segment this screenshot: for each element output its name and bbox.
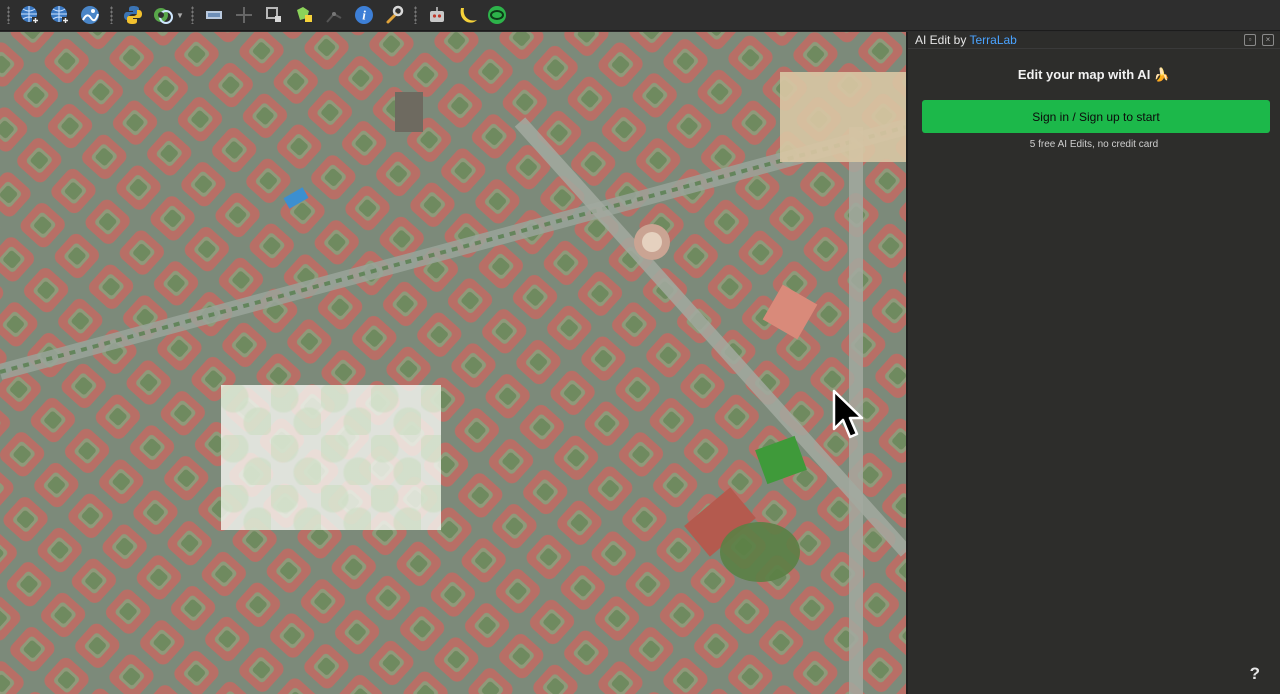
terralab-icon[interactable] xyxy=(484,2,510,28)
add-arcgis-layer-icon[interactable] xyxy=(77,2,103,28)
add-wms-layer-icon[interactable] xyxy=(17,2,43,28)
pan-icon[interactable] xyxy=(201,2,227,28)
chevron-down-icon[interactable]: ▼ xyxy=(176,11,184,20)
ai-edited-area xyxy=(221,385,441,530)
add-wfs-layer-icon[interactable] xyxy=(47,2,73,28)
banana-icon[interactable] xyxy=(454,2,480,28)
vertex-tool-icon[interactable] xyxy=(261,2,287,28)
wrench-icon[interactable] xyxy=(381,2,407,28)
panel-title-brand[interactable]: TerraLab xyxy=(969,33,1016,47)
toolbar-grip[interactable] xyxy=(414,6,417,24)
main-toolbar: ▼ i xyxy=(0,0,1280,31)
close-icon[interactable]: × xyxy=(1262,34,1274,46)
panel-divider xyxy=(908,48,1280,49)
add-feature-icon[interactable] xyxy=(231,2,257,28)
aerial-imagery xyxy=(0,32,906,694)
identify-icon[interactable]: i xyxy=(351,2,377,28)
map-canvas[interactable] xyxy=(0,32,906,694)
ai-edit-panel: AI Edit by TerraLab ▫ × Edit your map wi… xyxy=(908,32,1280,694)
plugin-manager-icon[interactable] xyxy=(150,2,176,28)
toolbar-grip[interactable] xyxy=(110,6,113,24)
panel-title-prefix: AI Edit by xyxy=(915,33,970,47)
panel-heading: Edit your map with AI 🍌 xyxy=(1017,67,1171,82)
svg-text:i: i xyxy=(362,8,366,23)
robot-icon[interactable] xyxy=(424,2,450,28)
sign-in-button[interactable]: Sign in / Sign up to start xyxy=(922,100,1270,133)
float-panel-icon[interactable]: ▫ xyxy=(1244,34,1256,46)
node-tool-icon[interactable] xyxy=(321,2,347,28)
mouse-cursor-icon xyxy=(832,389,864,439)
toolbar-grip[interactable] xyxy=(191,6,194,24)
free-edits-note: 5 free AI Edits, no credit card xyxy=(1029,139,1159,150)
python-console-icon[interactable] xyxy=(120,2,146,28)
toolbar-grip[interactable] xyxy=(7,6,10,24)
panel-title: AI Edit by TerraLab xyxy=(915,33,1017,47)
help-button[interactable]: ? xyxy=(1250,664,1260,684)
select-features-icon[interactable] xyxy=(291,2,317,28)
panel-controls: ▫ × xyxy=(1244,34,1274,46)
